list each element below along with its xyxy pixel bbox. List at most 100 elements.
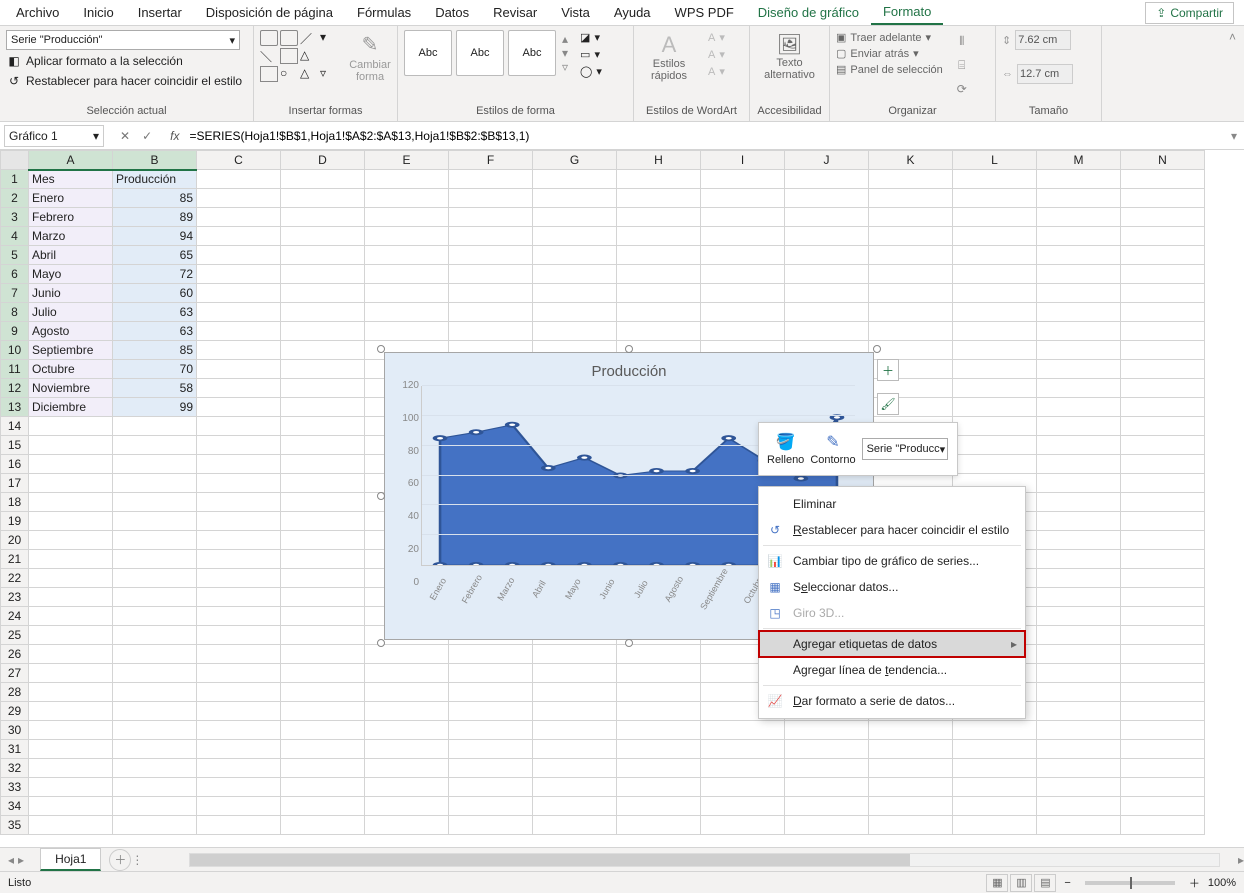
menu-help[interactable]: Ayuda: [602, 1, 663, 24]
menu-view[interactable]: Vista: [549, 1, 602, 24]
align-button[interactable]: ⫴: [951, 30, 973, 52]
bring-forward-button[interactable]: ▣Traer adelante▾: [836, 30, 943, 45]
spreadsheet-grid[interactable]: ABCDEFGHIJKLMN1MesProducción2Enero853Feb…: [0, 150, 1244, 854]
fx-icon[interactable]: fx: [164, 129, 185, 143]
ctx-delete[interactable]: Eliminar: [759, 491, 1025, 517]
sheet-nav-next-icon[interactable]: ▸: [18, 853, 24, 867]
wordart-quickstyles-button[interactable]: A Estilos rápidos: [640, 30, 698, 84]
reset-match-style-button[interactable]: ↺ Restablecer para hacer coincidir el es…: [6, 72, 247, 90]
menu-home[interactable]: Inicio: [71, 1, 125, 24]
height-field[interactable]: ⇕: [1002, 30, 1073, 50]
group-label: Estilos de forma: [404, 103, 627, 119]
menu-insert[interactable]: Insertar: [126, 1, 194, 24]
ctx-reset-style[interactable]: ↺Restablecer para hacer coincidir el est…: [759, 517, 1025, 543]
menu-wpspdf[interactable]: WPS PDF: [663, 1, 746, 24]
add-sheet-button[interactable]: ＋: [109, 849, 131, 871]
status-ready: Listo: [8, 877, 31, 889]
format-icon: ◧: [6, 53, 22, 69]
text-outline-button[interactable]: A▾: [708, 47, 725, 62]
name-box[interactable]: Gráfico 1 ▾: [4, 125, 104, 147]
chart-elements-button[interactable]: ＋: [877, 359, 899, 381]
gallery-more-icon[interactable]: ▿: [562, 60, 568, 74]
view-pagelayout-button[interactable]: ▥: [1010, 874, 1032, 892]
sheet-nav-prev-icon[interactable]: ◂: [8, 853, 14, 867]
shape-effects-button[interactable]: ◯▾: [580, 64, 602, 79]
chart-title[interactable]: Producción: [385, 353, 873, 386]
formula-input[interactable]: [185, 129, 1224, 143]
group-button[interactable]: ⌸: [951, 54, 973, 76]
bringfwd-icon: ▣: [836, 31, 846, 44]
menu-chartdesign[interactable]: Diseño de gráfico: [746, 1, 871, 24]
selection-pane-button[interactable]: ▤Panel de selección: [836, 62, 943, 77]
mini-outline-button[interactable]: ✎ Contorno: [810, 432, 855, 466]
menu-formulas[interactable]: Fórmulas: [345, 1, 423, 24]
outline-icon: ▭: [580, 48, 590, 61]
menu-bar: Archivo Inicio Insertar Disposición de p…: [0, 0, 1244, 26]
menu-review[interactable]: Revisar: [481, 1, 549, 24]
text-effects-button[interactable]: A▾: [708, 64, 725, 79]
rotate-button[interactable]: ⟳: [951, 78, 973, 100]
gallery-down-icon[interactable]: ▾: [562, 46, 568, 60]
group-label: Organizar: [836, 103, 989, 119]
menu-data[interactable]: Datos: [423, 1, 481, 24]
zoom-level[interactable]: 100%: [1208, 877, 1236, 889]
ctx-select-data[interactable]: ▦Seleccionar datos...: [759, 574, 1025, 600]
mini-toolbar: 🪣 Relleno ✎ Contorno Serie "Producc▾: [758, 422, 958, 476]
menu-file[interactable]: Archivo: [4, 1, 71, 24]
plus-icon: ＋: [882, 362, 894, 379]
change-shape-icon: ✎: [362, 32, 379, 57]
menu-format[interactable]: Formato: [871, 0, 943, 25]
menu-pagelayout[interactable]: Disposición de página: [194, 1, 345, 24]
reset-icon: ↺: [767, 522, 783, 538]
ctx-change-chart-type[interactable]: 📊Cambiar tipo de gráfico de series...: [759, 548, 1025, 574]
bucket-icon: 🪣: [776, 432, 796, 452]
texteffects-icon: A: [708, 66, 715, 78]
effects-icon: ◯: [580, 65, 592, 78]
group-label: Insertar formas: [260, 103, 391, 119]
width-field[interactable]: ⇔: [1002, 64, 1073, 84]
group-label: Accesibilidad: [756, 103, 823, 119]
view-normal-button[interactable]: ▦: [986, 874, 1008, 892]
group-label: Selección actual: [6, 103, 247, 119]
mini-series-dropdown[interactable]: Serie "Producc▾: [862, 438, 948, 460]
text-fill-button[interactable]: A▾: [708, 30, 725, 45]
ctx-add-trendline[interactable]: Agregar línea de tendencia...: [759, 657, 1025, 683]
shape-style-gallery[interactable]: Abc Abc Abc ▴ ▾ ▿: [404, 30, 570, 76]
gallery-up-icon[interactable]: ▴: [562, 32, 568, 46]
change-shape-button: ✎ Cambiar forma: [342, 30, 398, 85]
shape-outline-button[interactable]: ▭▾: [580, 47, 602, 62]
ribbon: Serie "Producción" ▾ ◧ Aplicar formato a…: [0, 26, 1244, 122]
send-back-button[interactable]: ▢Enviar atrás▾: [836, 46, 943, 61]
zoom-slider[interactable]: [1085, 881, 1175, 885]
view-pagebreak-button[interactable]: ▤: [1034, 874, 1056, 892]
shapes-gallery[interactable]: ／▾ ＼△ ○△▿: [260, 30, 338, 82]
cancel-icon[interactable]: ✕: [120, 129, 130, 143]
chart-icon: 📊: [767, 553, 783, 569]
alt-text-button[interactable]: 🖼 Texto alternativo: [756, 30, 824, 83]
formula-expand-icon[interactable]: ▾: [1224, 129, 1244, 143]
mini-fill-button[interactable]: 🪣 Relleno: [767, 432, 804, 466]
zoom-out-button[interactable]: −: [1064, 877, 1070, 889]
ctx-3d-rotation: ◳Giro 3D...: [759, 600, 1025, 626]
chevron-down-icon: ▾: [229, 34, 235, 47]
rotate3d-icon: ◳: [767, 605, 783, 621]
ribbon-collapse-icon[interactable]: ˄: [1229, 30, 1236, 44]
shape-fill-button[interactable]: ◪▾: [580, 30, 602, 45]
chart-element-dropdown[interactable]: Serie "Producción" ▾: [6, 30, 240, 50]
chart-styles-button[interactable]: 🖌: [877, 393, 899, 415]
ctx-format-data-series[interactable]: 📈Dar formato a serie de datos...: [759, 688, 1025, 714]
pen-icon: ✎: [826, 432, 839, 452]
width-icon: ⇔: [1002, 68, 1013, 80]
formula-bar: Gráfico 1 ▾ ✕ ✓ fx ▾: [0, 122, 1244, 150]
share-button[interactable]: ⇪ Compartir: [1145, 2, 1234, 24]
format-selection-button[interactable]: ◧ Aplicar formato a la selección: [6, 52, 247, 70]
fill-icon: ◪: [580, 31, 590, 44]
zoom-in-button[interactable]: ＋: [1189, 875, 1200, 891]
enter-icon[interactable]: ✓: [142, 129, 152, 143]
horizontal-scrollbar[interactable]: [189, 853, 1220, 867]
sheet-tab[interactable]: Hoja1: [40, 848, 101, 871]
ctx-add-data-labels[interactable]: Agregar etiquetas de datos▸: [759, 631, 1025, 657]
submenu-arrow-icon: ▸: [1011, 637, 1017, 651]
textfill-icon: A: [708, 32, 715, 44]
share-icon: ⇪: [1156, 6, 1166, 20]
